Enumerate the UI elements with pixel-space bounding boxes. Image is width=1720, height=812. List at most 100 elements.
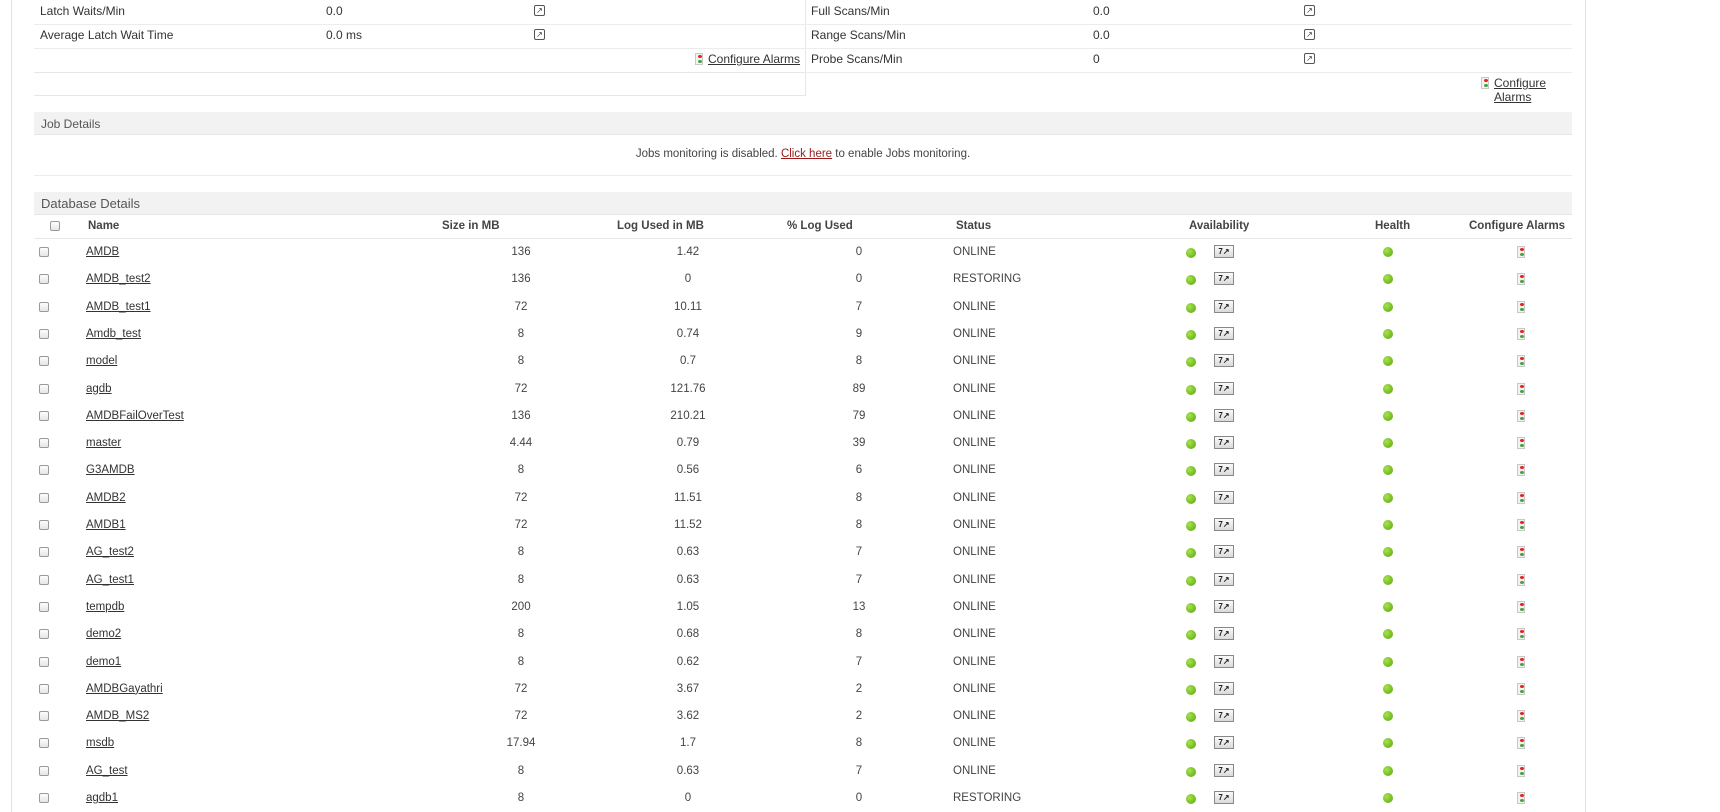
traffic-light-icon[interactable] bbox=[1517, 737, 1525, 750]
row-checkbox[interactable] bbox=[39, 738, 49, 749]
row-checkbox[interactable] bbox=[39, 492, 49, 503]
health-status-icon[interactable] bbox=[1383, 438, 1393, 449]
database-name-link[interactable]: tempdb bbox=[86, 601, 124, 613]
traffic-light-icon[interactable] bbox=[1517, 764, 1525, 777]
availability-report-icon[interactable]: 7↗ bbox=[1214, 627, 1234, 641]
health-status-icon[interactable] bbox=[1383, 629, 1393, 640]
database-name-link[interactable]: AMDB1 bbox=[86, 519, 126, 531]
database-name-link[interactable]: AMDB_test2 bbox=[86, 273, 151, 285]
row-checkbox[interactable] bbox=[39, 547, 49, 558]
database-name-link[interactable]: AMDBFailOverTest bbox=[86, 410, 184, 422]
health-status-icon[interactable] bbox=[1383, 465, 1393, 476]
health-status-icon[interactable] bbox=[1383, 683, 1393, 694]
health-status-icon[interactable] bbox=[1383, 383, 1393, 394]
row-checkbox[interactable] bbox=[39, 765, 49, 776]
database-name-link[interactable]: demo2 bbox=[86, 628, 121, 640]
database-name-link[interactable]: AMDBGayathri bbox=[86, 683, 163, 695]
database-name-link[interactable]: agdb1 bbox=[86, 792, 118, 804]
traffic-light-icon[interactable] bbox=[1517, 327, 1525, 340]
database-name-link[interactable]: master bbox=[86, 437, 121, 449]
availability-report-icon[interactable]: 7↗ bbox=[1214, 408, 1234, 422]
health-status-icon[interactable] bbox=[1383, 601, 1393, 612]
availability-report-icon[interactable]: 7↗ bbox=[1214, 709, 1234, 723]
row-checkbox[interactable] bbox=[39, 410, 49, 421]
availability-report-icon[interactable]: 7↗ bbox=[1214, 654, 1234, 668]
row-checkbox[interactable] bbox=[39, 793, 49, 803]
popup-graph-icon[interactable]: ↗ bbox=[534, 5, 545, 16]
traffic-light-icon[interactable] bbox=[1517, 464, 1525, 477]
availability-report-icon[interactable]: 7↗ bbox=[1214, 436, 1234, 450]
enable-jobs-link[interactable]: Click here bbox=[781, 148, 832, 160]
availability-report-icon[interactable]: 7↗ bbox=[1214, 272, 1234, 286]
availability-report-icon[interactable]: 7↗ bbox=[1214, 736, 1234, 750]
traffic-light-icon[interactable] bbox=[1517, 382, 1525, 395]
database-name-link[interactable]: Amdb_test bbox=[86, 328, 141, 340]
traffic-light-icon[interactable] bbox=[1517, 437, 1525, 450]
availability-report-icon[interactable]: 7↗ bbox=[1214, 326, 1234, 340]
col-name[interactable]: Name bbox=[88, 220, 119, 232]
health-status-icon[interactable] bbox=[1383, 547, 1393, 558]
availability-report-icon[interactable]: 7↗ bbox=[1214, 681, 1234, 695]
traffic-light-icon[interactable] bbox=[1517, 355, 1525, 368]
configure-alarms-link[interactable]: Configure Alarms bbox=[1494, 76, 1572, 104]
health-status-icon[interactable] bbox=[1383, 520, 1393, 530]
health-status-icon[interactable] bbox=[1383, 656, 1393, 667]
row-checkbox[interactable] bbox=[39, 711, 49, 722]
row-checkbox[interactable] bbox=[39, 574, 49, 585]
availability-report-icon[interactable]: 7↗ bbox=[1214, 572, 1234, 586]
database-name-link[interactable]: G3AMDB bbox=[86, 464, 135, 476]
row-checkbox[interactable] bbox=[39, 601, 49, 612]
traffic-light-icon[interactable] bbox=[1517, 300, 1525, 313]
database-name-link[interactable]: AG_test2 bbox=[86, 546, 134, 558]
availability-report-icon[interactable]: 7↗ bbox=[1214, 545, 1234, 559]
database-name-link[interactable]: AMDB2 bbox=[86, 492, 126, 504]
availability-report-icon[interactable]: 7↗ bbox=[1214, 518, 1234, 531]
health-status-icon[interactable] bbox=[1383, 711, 1393, 722]
database-name-link[interactable]: AG_test1 bbox=[86, 574, 134, 586]
row-checkbox[interactable] bbox=[39, 356, 49, 367]
database-name-link[interactable]: AMDB_MS2 bbox=[86, 710, 149, 722]
row-checkbox[interactable] bbox=[39, 520, 49, 530]
health-status-icon[interactable] bbox=[1383, 410, 1393, 421]
row-checkbox[interactable] bbox=[39, 274, 49, 285]
database-name-link[interactable]: agdb bbox=[86, 383, 112, 395]
col-size[interactable]: Size in MB bbox=[442, 220, 500, 232]
col-status[interactable]: Status bbox=[956, 220, 991, 232]
configure-alarms-link[interactable]: Configure Alarms bbox=[708, 52, 800, 66]
select-all-checkbox[interactable] bbox=[50, 221, 60, 231]
traffic-light-icon[interactable] bbox=[1517, 792, 1525, 804]
traffic-light-icon[interactable] bbox=[1517, 710, 1525, 723]
health-status-icon[interactable] bbox=[1383, 301, 1393, 312]
database-name-link[interactable]: demo1 bbox=[86, 656, 121, 668]
traffic-light-icon[interactable] bbox=[1517, 573, 1525, 586]
health-status-icon[interactable] bbox=[1383, 274, 1393, 285]
availability-report-icon[interactable]: 7↗ bbox=[1214, 599, 1234, 613]
traffic-light-icon[interactable] bbox=[1517, 655, 1525, 668]
health-status-icon[interactable] bbox=[1383, 793, 1393, 803]
row-checkbox[interactable] bbox=[39, 656, 49, 667]
health-status-icon[interactable] bbox=[1383, 574, 1393, 585]
traffic-light-icon[interactable] bbox=[1517, 682, 1525, 695]
traffic-light-icon[interactable] bbox=[1517, 409, 1525, 422]
popup-graph-icon[interactable]: ↗ bbox=[1304, 53, 1315, 64]
row-checkbox[interactable] bbox=[39, 328, 49, 339]
row-checkbox[interactable] bbox=[39, 301, 49, 312]
health-status-icon[interactable] bbox=[1383, 356, 1393, 367]
row-checkbox[interactable] bbox=[39, 465, 49, 476]
row-checkbox[interactable] bbox=[39, 683, 49, 694]
database-name-link[interactable]: msdb bbox=[86, 737, 114, 749]
row-checkbox[interactable] bbox=[39, 247, 49, 257]
availability-report-icon[interactable]: 7↗ bbox=[1214, 381, 1234, 395]
database-name-link[interactable]: AG_test bbox=[86, 765, 128, 777]
health-status-icon[interactable] bbox=[1383, 492, 1393, 503]
availability-report-icon[interactable]: 7↗ bbox=[1214, 490, 1234, 504]
col-log-used[interactable]: Log Used in MB bbox=[617, 220, 704, 232]
health-status-icon[interactable] bbox=[1383, 738, 1393, 749]
traffic-light-icon[interactable] bbox=[1517, 600, 1525, 613]
availability-report-icon[interactable]: 7↗ bbox=[1214, 463, 1234, 477]
health-status-icon[interactable] bbox=[1383, 247, 1393, 257]
traffic-light-icon[interactable] bbox=[1517, 546, 1525, 559]
traffic-light-icon[interactable] bbox=[1517, 273, 1525, 286]
availability-report-icon[interactable]: 7↗ bbox=[1214, 299, 1234, 313]
availability-report-icon[interactable]: 7↗ bbox=[1214, 763, 1234, 777]
